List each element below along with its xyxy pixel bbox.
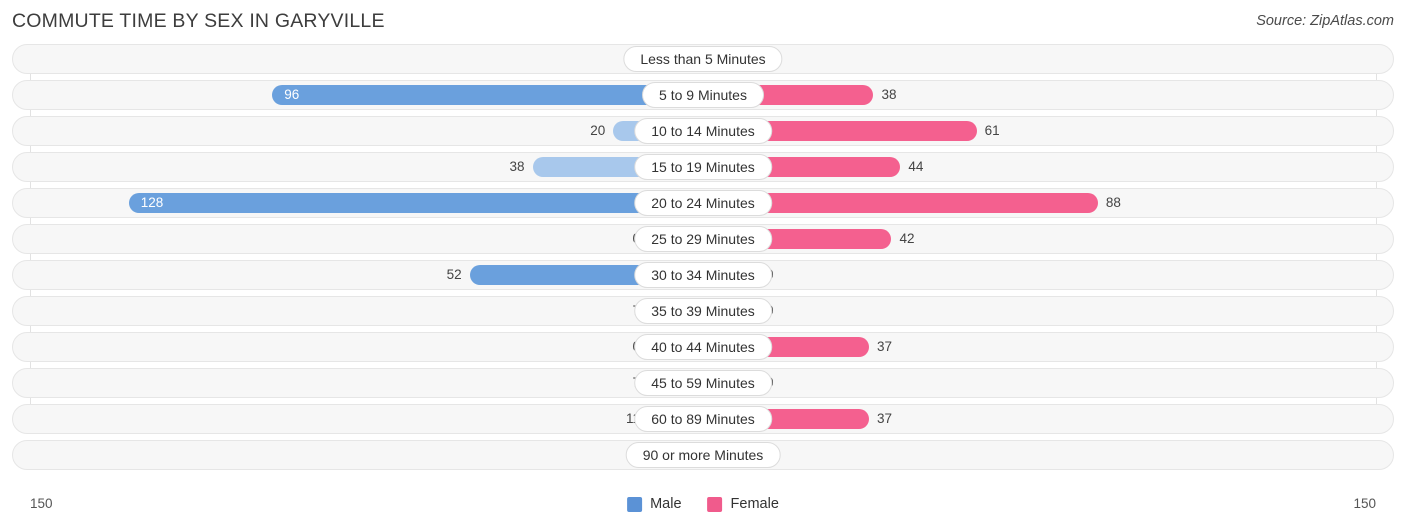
chart-rows: 011Less than 5 Minutes96385 to 9 Minutes…	[12, 44, 1394, 470]
value-label-male: 11	[625, 411, 640, 426]
value-label-female: 88	[1105, 195, 1121, 210]
value-label-male: 96	[284, 87, 300, 102]
legend-item-female[interactable]: Female	[707, 496, 779, 512]
bar-male[interactable]	[272, 85, 703, 105]
category-label: 20 to 24 Minutes	[634, 190, 772, 216]
axis-label-left: 150	[30, 496, 53, 511]
value-label-male: 7	[588, 368, 640, 398]
legend-item-male[interactable]: Male	[627, 496, 682, 512]
chart-legend: Male Female	[627, 491, 779, 517]
category-label: 60 to 89 Minutes	[634, 406, 772, 432]
chart-row: 0 37 40 to 44 Minutes	[12, 332, 1394, 362]
chart-plot-area: 011Less than 5 Minutes96385 to 9 Minutes…	[12, 44, 1394, 474]
chart-footer: 150 Male Female 150	[12, 491, 1394, 517]
value-label-female: 38	[881, 87, 897, 102]
chart-row: 20 61 10 to 14 Minutes	[12, 116, 1394, 146]
chart-row: 011Less than 5 Minutes	[12, 44, 1394, 74]
axis-label-right: 150	[1353, 496, 1376, 511]
source-attribution: Source: ZipAtlas.com	[1256, 13, 1394, 29]
page-title: COMMUTE TIME BY SEX IN GARYVILLE	[12, 10, 385, 32]
value-label-male: 52	[446, 267, 462, 282]
value-label-female: 44	[908, 159, 924, 174]
chart-row: 7 035 to 39 Minutes	[12, 296, 1394, 326]
legend-swatch-female-icon	[707, 496, 723, 512]
chart-row: 96 38 5 to 9 Minutes	[12, 80, 1394, 110]
value-label-female: 37	[877, 339, 893, 354]
chart-row: 7 045 to 59 Minutes	[12, 368, 1394, 398]
value-label-female: 0	[766, 296, 818, 326]
legend-label-male: Male	[650, 496, 682, 512]
chart-row: 0090 or more Minutes	[12, 440, 1394, 470]
legend-label-female: Female	[730, 496, 779, 512]
chart-row: 52 030 to 34 Minutes	[12, 260, 1394, 290]
value-label-female: 37	[877, 411, 893, 426]
category-label: 25 to 29 Minutes	[634, 226, 772, 252]
category-label: 35 to 39 Minutes	[634, 298, 772, 324]
legend-swatch-male-icon	[627, 496, 643, 512]
category-label: 15 to 19 Minutes	[634, 154, 772, 180]
value-label-male: 128	[140, 195, 164, 210]
value-label-male: 38	[509, 159, 525, 174]
value-label-female: 61	[984, 123, 1000, 138]
chart-row: 0 42 25 to 29 Minutes	[12, 224, 1394, 254]
value-label-female: 0	[766, 368, 818, 398]
chart-header: COMMUTE TIME BY SEX IN GARYVILLE Source:…	[0, 0, 1406, 44]
chart-row: 128 88 20 to 24 Minutes	[12, 188, 1394, 218]
value-label-female: 42	[899, 231, 915, 246]
category-label: 5 to 9 Minutes	[642, 82, 764, 108]
category-label: 10 to 14 Minutes	[634, 118, 772, 144]
category-label: 90 or more Minutes	[625, 442, 781, 468]
value-label-male: 20	[590, 123, 606, 138]
category-label: Less than 5 Minutes	[623, 46, 783, 72]
value-label-male: 0	[588, 332, 640, 362]
value-label-female: 0	[766, 260, 818, 290]
value-label-male: 0	[588, 224, 640, 254]
category-label: 40 to 44 Minutes	[634, 334, 772, 360]
bar-male[interactable]	[128, 193, 703, 213]
value-label-male: 7	[588, 296, 640, 326]
category-label: 45 to 59 Minutes	[634, 370, 772, 396]
category-label: 30 to 34 Minutes	[634, 262, 772, 288]
chart-row: 38 44 15 to 19 Minutes	[12, 152, 1394, 182]
chart-row: 11 37 60 to 89 Minutes	[12, 404, 1394, 434]
